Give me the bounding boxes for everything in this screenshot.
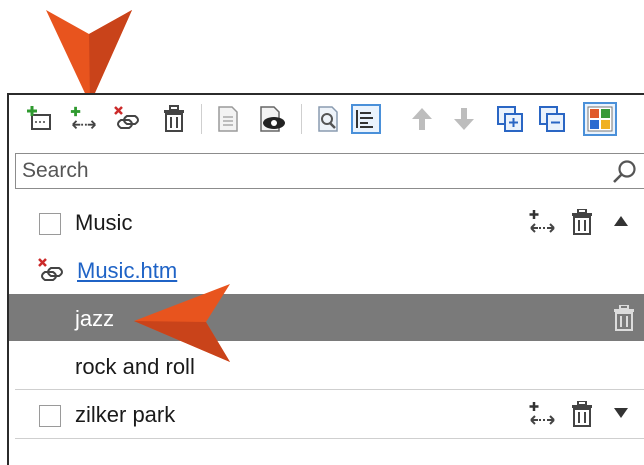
divider	[15, 389, 644, 390]
align-left-icon[interactable]	[351, 104, 381, 134]
checkbox[interactable]	[39, 213, 61, 235]
delete-icon[interactable]	[612, 305, 636, 331]
add-link-icon[interactable]	[527, 209, 557, 235]
preview-icon[interactable]	[257, 104, 287, 134]
callout-arrow-left-icon	[130, 280, 240, 366]
collapse-all-icon[interactable]	[537, 104, 567, 134]
search-icon[interactable]	[612, 159, 638, 185]
item-label: Music	[75, 210, 133, 235]
toolbar	[9, 95, 644, 147]
checkbox[interactable]	[39, 405, 61, 427]
toolbar-divider	[201, 104, 202, 134]
callout-arrow-down-icon	[44, 6, 134, 106]
broken-link-icon	[37, 257, 67, 285]
toolbar-divider	[301, 104, 302, 134]
list-item[interactable]: Music	[9, 199, 644, 245]
text-file-icon[interactable]	[213, 104, 243, 134]
collapse-arrow-icon[interactable]	[613, 215, 629, 227]
item-label: jazz	[75, 306, 115, 331]
search-input[interactable]	[16, 154, 612, 188]
delete-link-icon[interactable]	[113, 104, 143, 134]
links-panel: Music	[7, 93, 644, 465]
expand-all-icon[interactable]	[495, 104, 525, 134]
color-grid-icon[interactable]	[583, 102, 617, 136]
add-link-icon[interactable]	[69, 104, 99, 134]
list-item-selected[interactable]: jazz	[9, 294, 644, 341]
find-icon[interactable]	[313, 104, 343, 134]
add-link-icon[interactable]	[527, 401, 557, 427]
add-folder-icon[interactable]	[25, 104, 55, 134]
expand-arrow-icon[interactable]	[613, 407, 629, 419]
delete-icon[interactable]	[159, 104, 189, 134]
delete-icon[interactable]	[570, 401, 594, 427]
list-item[interactable]: zilker park	[9, 392, 644, 438]
item-label: zilker park	[75, 402, 176, 427]
list-item[interactable]: Music.htm	[9, 247, 644, 293]
move-up-icon[interactable]	[407, 104, 437, 134]
move-down-icon[interactable]	[449, 104, 479, 134]
search-box	[15, 153, 644, 189]
delete-icon[interactable]	[570, 209, 594, 235]
divider	[15, 438, 644, 439]
list-item[interactable]: rock and roll	[9, 343, 644, 389]
